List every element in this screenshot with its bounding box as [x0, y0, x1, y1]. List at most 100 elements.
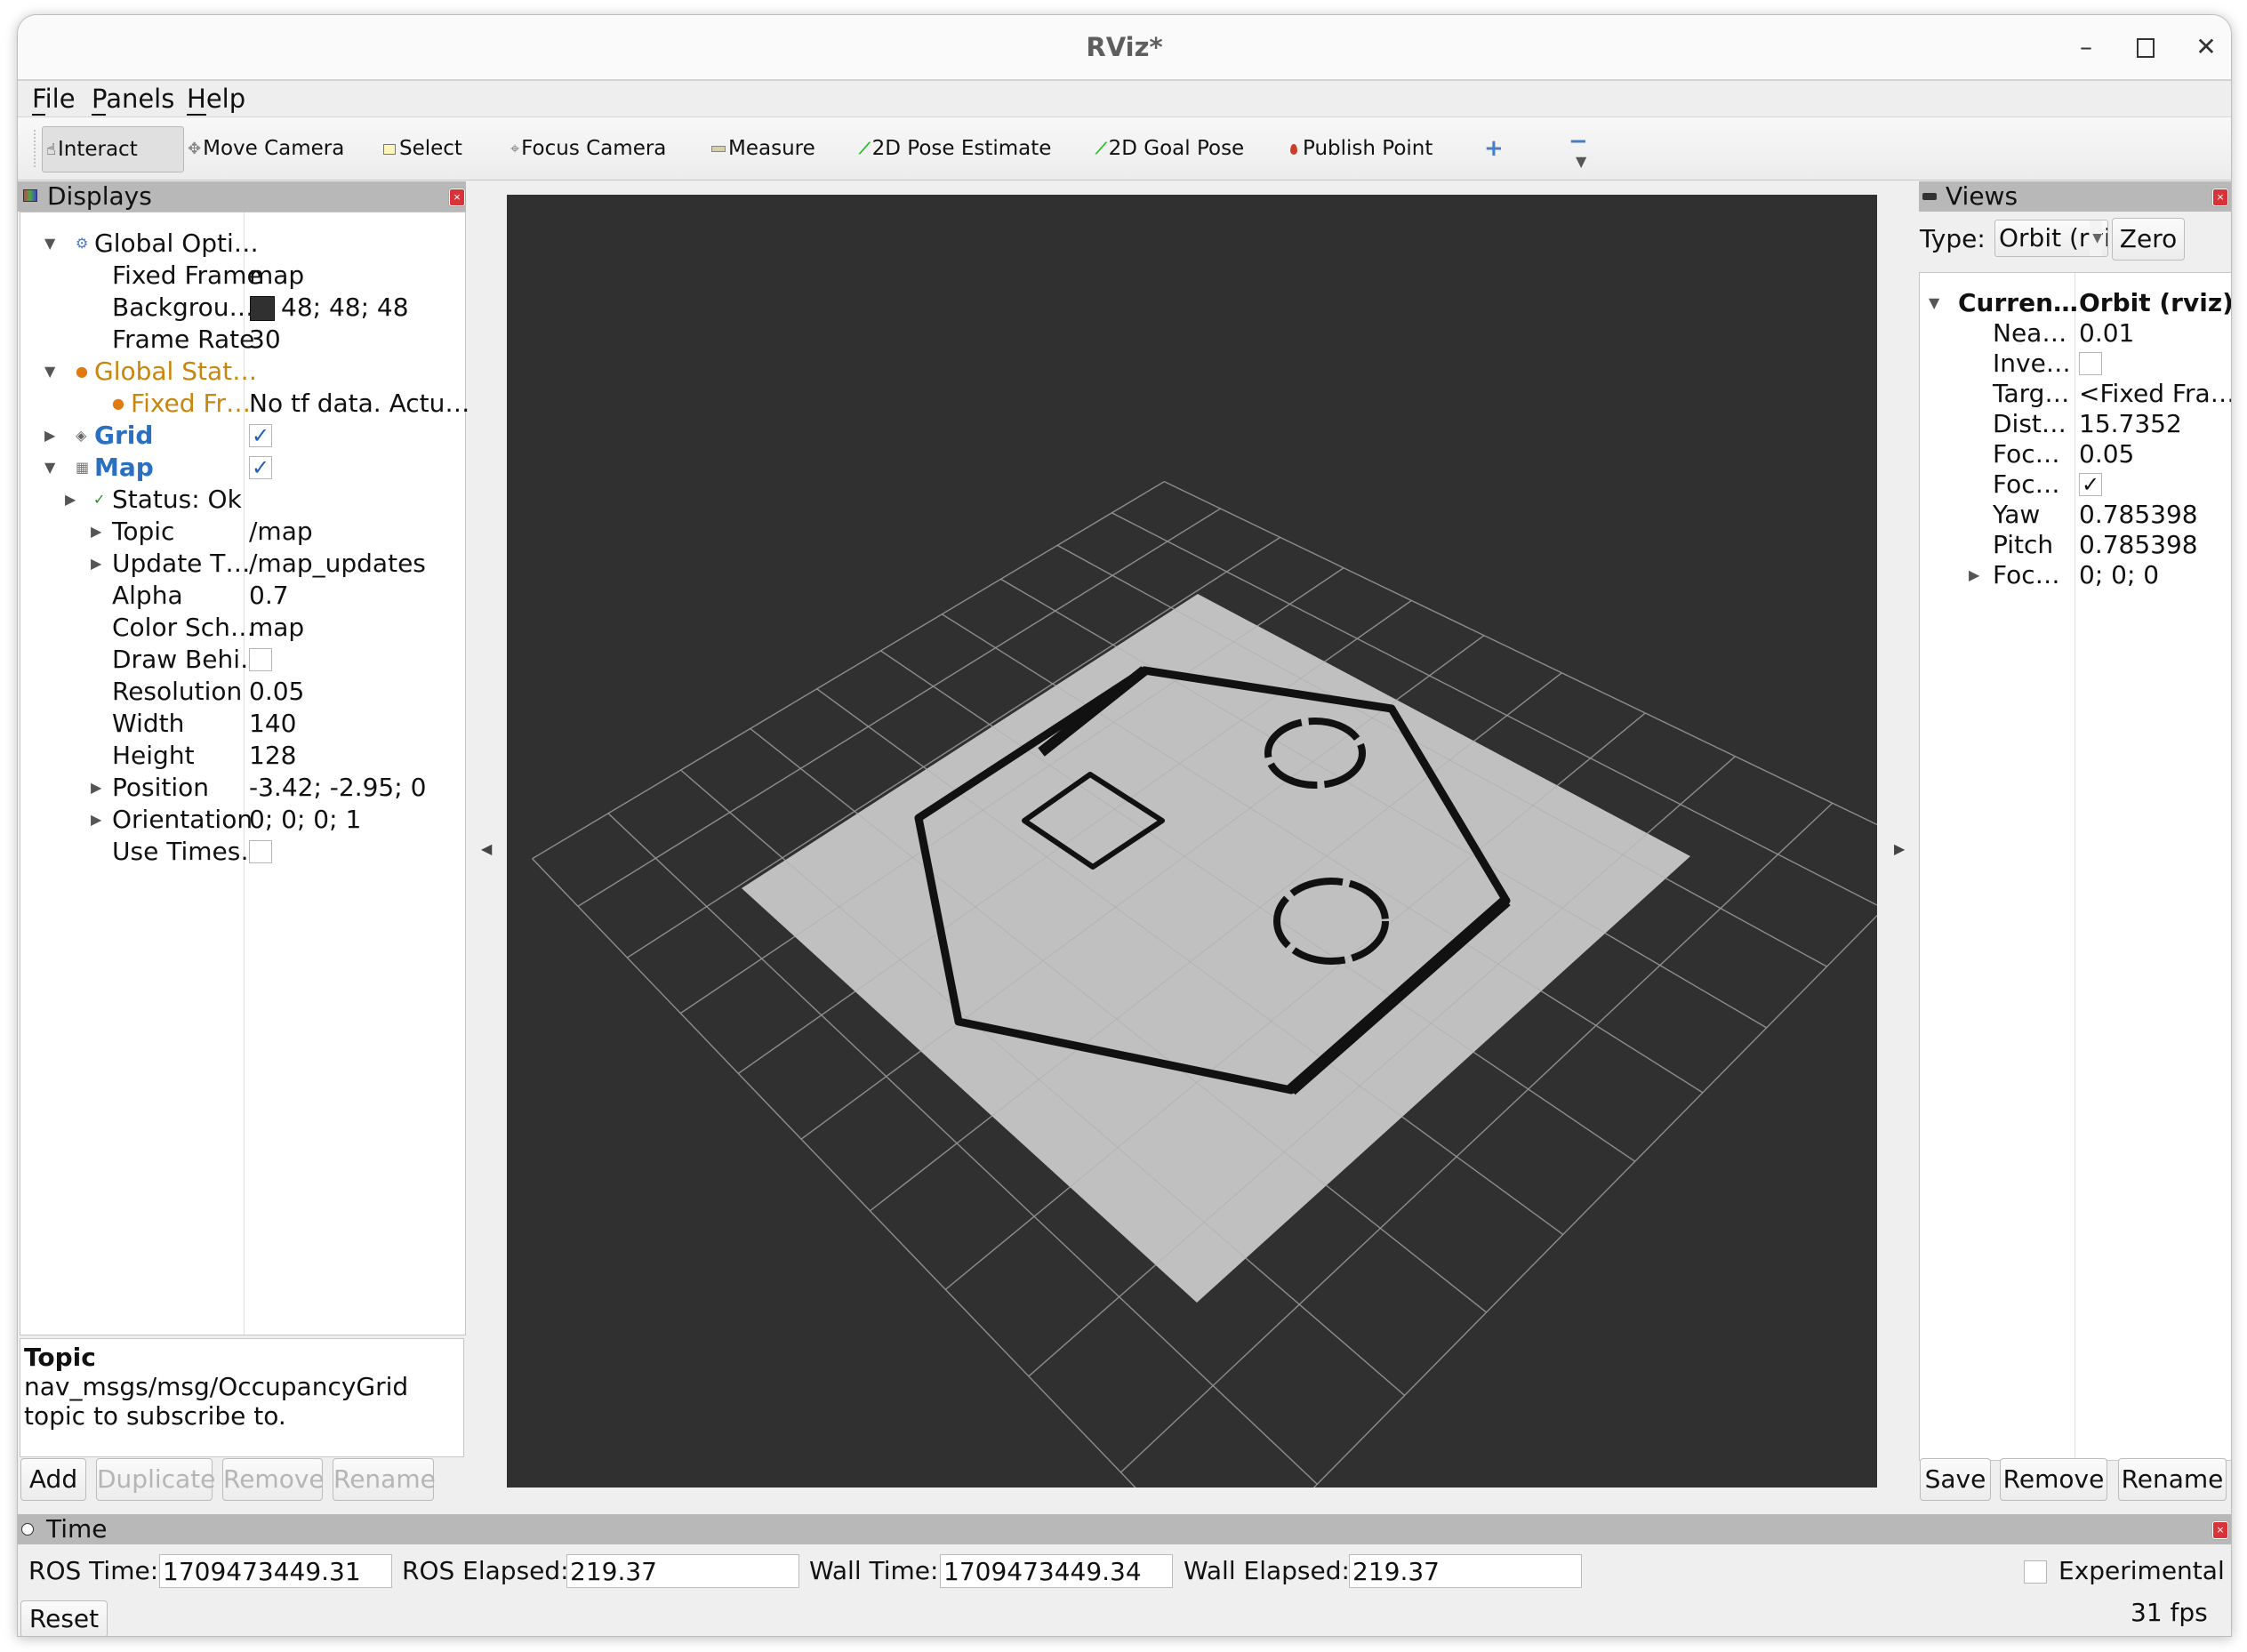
tree-row[interactable]: Foc… 0.05 [1920, 439, 2229, 469]
expand-right-icon[interactable]: ▶ [91, 772, 101, 804]
remove-view-button[interactable]: Remove [2000, 1458, 2107, 1501]
property-value[interactable]: 0.05 [249, 676, 304, 708]
ros-elapsed-field[interactable]: 219.37 [566, 1554, 799, 1588]
close-displays-panel-icon[interactable]: × [449, 188, 465, 206]
menu-panels[interactable]: Panels [92, 83, 174, 116]
tree-row[interactable]: Pitch 0.785398 [1920, 530, 2229, 560]
expand-down-icon[interactable]: ▼ [1929, 288, 1939, 318]
property-checkbox[interactable]: ✓ [249, 456, 272, 479]
tool-move-camera[interactable]: ✥Move Camera [184, 126, 348, 171]
tree-row[interactable]: ▼ ⚙ Global Opti… [20, 228, 463, 260]
property-checkbox[interactable] [249, 840, 272, 863]
tree-row[interactable]: Draw Behi… [20, 644, 463, 676]
toolbar-grip[interactable] [34, 130, 38, 167]
property-checkbox[interactable] [2079, 352, 2102, 375]
tree-row[interactable]: Height 128 [20, 740, 463, 772]
expand-down-icon[interactable]: ▼ [44, 228, 55, 260]
property-value[interactable]: /map_updates [249, 548, 426, 580]
property-value[interactable]: 30 [249, 324, 281, 356]
expand-right-icon[interactable]: ▶ [91, 804, 101, 836]
tree-row[interactable]: Dist… 15.7352 [1920, 409, 2229, 439]
tree-row[interactable]: ▼ ● Global Stat… [20, 356, 463, 388]
property-checkbox[interactable]: ✓ [2079, 473, 2102, 496]
tree-row[interactable]: Color Sch… map [20, 612, 463, 644]
tree-row[interactable]: Nea… 0.01 [1920, 318, 2229, 349]
menu-file[interactable]: File [32, 83, 76, 116]
tool-interact[interactable]: ☝Interact [42, 126, 184, 172]
tree-row[interactable]: Targ… <Fixed Fra… [1920, 379, 2231, 409]
tree-row[interactable]: Yaw 0.785398 [1920, 500, 2229, 530]
tool-2d-goal-pose[interactable]: ⟋2D Goal Pose [1092, 126, 1248, 171]
property-value[interactable]: 0.785398 [2079, 500, 2198, 530]
tree-row[interactable]: ▶ Topic/map [20, 516, 463, 548]
toolbar-overflow-button[interactable]: ▼ [1576, 153, 1586, 170]
tool-select[interactable]: Select [380, 126, 466, 171]
color-swatch[interactable] [250, 296, 275, 321]
property-value[interactable]: 0.01 [2079, 318, 2134, 349]
displays-tree[interactable]: ▼ ⚙ Global Opti… Fixed Frame map Backgrou… 48;… [20, 212, 469, 1335]
property-value[interactable]: 0.7 [249, 580, 289, 612]
tree-row[interactable]: Inve… [1920, 349, 2229, 379]
collapse-left-panel-handle[interactable]: ◀ [481, 840, 492, 857]
minimize-button[interactable]: – [2068, 31, 2104, 63]
tool-publish-point[interactable]: Publish Point [1287, 126, 1436, 171]
property-checkbox[interactable] [249, 648, 272, 671]
property-value[interactable]: Orbit (rviz) [2079, 288, 2231, 318]
property-value[interactable]: -3.42; -2.95; 0 [249, 772, 426, 804]
expand-down-icon[interactable]: ▼ [44, 356, 55, 388]
add-tool-button[interactable]: + [1481, 126, 1507, 171]
tree-row[interactable]: Fixed Frame map [20, 260, 463, 292]
collapse-right-panel-handle[interactable]: ▶ [1894, 840, 1905, 857]
tree-row[interactable]: Backgrou… 48; 48; 48 [20, 292, 463, 324]
tree-row[interactable]: Width 140 [20, 708, 463, 740]
rename-display-button[interactable]: Rename [333, 1458, 436, 1501]
add-display-button[interactable]: Add [20, 1458, 86, 1501]
close-button[interactable]: ✕ [2188, 31, 2224, 63]
property-value[interactable]: <Fixed Fra… [2079, 379, 2231, 409]
3d-viewport[interactable] [507, 195, 1877, 1488]
property-value[interactable]: map [249, 612, 304, 644]
expand-right-icon[interactable]: ▶ [65, 484, 76, 516]
tool-2d-pose-estimate[interactable]: ⟋2D Pose Estimate [855, 126, 1055, 171]
tree-row[interactable]: ▶ ✓ Status: Ok [20, 484, 463, 516]
time-panel-header[interactable]: Time × [18, 1514, 2231, 1544]
zero-view-button[interactable]: Zero [2112, 218, 2185, 261]
wall-elapsed-field[interactable]: 219.37 [1349, 1554, 1582, 1588]
tree-row[interactable]: ● Fixed Fr… No tf data. Actu… [20, 388, 469, 420]
save-view-button[interactable]: Save [1920, 1458, 1991, 1501]
property-value[interactable]: 15.7352 [2079, 409, 2182, 439]
reset-button[interactable]: Reset [20, 1600, 108, 1636]
tree-row[interactable]: Foc… ✓ [1920, 469, 2229, 500]
tree-row[interactable]: ▶ Update T…/map_updates [20, 548, 463, 580]
property-value[interactable]: /map [249, 516, 313, 548]
close-views-panel-icon[interactable]: × [2212, 188, 2228, 206]
duplicate-display-button[interactable]: Duplicate [96, 1458, 215, 1501]
tree-row[interactable]: ▼ Curren… Orbit (rviz) [1920, 288, 2231, 318]
tree-row[interactable]: Use Times… [20, 836, 463, 868]
property-value[interactable]: 128 [249, 740, 296, 772]
remove-display-button[interactable]: Remove [222, 1458, 325, 1501]
expand-right-icon[interactable]: ▶ [44, 420, 55, 452]
view-type-select[interactable]: Orbit (rviz) ▼ [1994, 220, 2108, 257]
expand-down-icon[interactable]: ▼ [44, 452, 55, 484]
expand-right-icon[interactable]: ▶ [1969, 560, 1979, 590]
wall-time-field[interactable]: 1709473449.34 [940, 1554, 1173, 1588]
property-value[interactable]: 0; 0; 0 [2079, 560, 2159, 590]
tree-row[interactable]: Frame Rate 30 [20, 324, 463, 356]
property-value[interactable]: 0; 0; 0; 1 [249, 804, 361, 836]
tool-measure[interactable]: Measure [708, 126, 819, 171]
displays-panel-header[interactable]: Displays × [18, 181, 466, 212]
maximize-button[interactable] [2128, 31, 2163, 63]
tree-row[interactable]: ▶ ◈ Grid ✓ [20, 420, 463, 452]
rename-view-button[interactable]: Rename [2118, 1458, 2227, 1501]
tree-row[interactable]: Alpha 0.7 [20, 580, 463, 612]
property-value[interactable]: 48; 48; 48 [281, 292, 409, 324]
property-value[interactable]: 0.05 [2079, 439, 2134, 469]
tree-row[interactable]: ▶ Position -3.42; -2.95; 0 [20, 772, 463, 804]
tree-row[interactable]: ▶ Foc… 0; 0; 0 [1920, 560, 2229, 590]
experimental-checkbox[interactable] [2024, 1560, 2047, 1584]
property-checkbox[interactable]: ✓ [249, 424, 272, 447]
views-tree[interactable]: ▼ Curren… Orbit (rviz) Nea… 0.01 Inve… Targ… <F… [1919, 272, 2231, 1461]
tree-row[interactable]: Resolution 0.05 [20, 676, 463, 708]
expand-right-icon[interactable]: ▶ [91, 516, 101, 548]
